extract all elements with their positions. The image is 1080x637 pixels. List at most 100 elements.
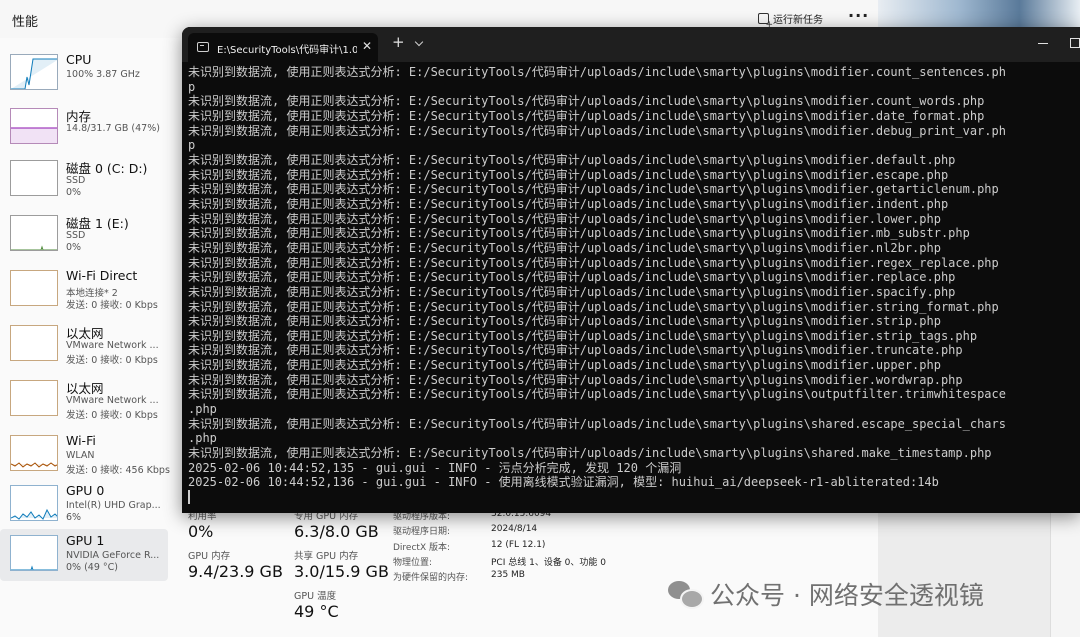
tab-title: E:\SecurityTools\代码审计\1.0\	[217, 45, 357, 56]
directx-version-label: DirectX 版本:	[393, 543, 451, 553]
gpu-temp-label: GPU 温度	[294, 591, 337, 602]
sidebar-item-gpu-1[interactable]: GPU 1 NVIDIA GeForce R... 0% (49 °C)	[0, 529, 168, 581]
terminal-line: 2025-02-06 10:44:52,135 - gui.gui - INFO…	[188, 460, 682, 475]
terminal-line: 未识别到数据流, 使用正则表达式分析: E:/SecurityTools/代码审…	[188, 108, 985, 123]
terminal-line: 未识别到数据流, 使用正则表达式分析: E:/SecurityTools/代码审…	[188, 387, 1006, 402]
terminal-output[interactable]: 未识别到数据流, 使用正则表达式分析: E:/SecurityTools/代码审…	[188, 65, 1080, 511]
terminal-line: 未识别到数据流, 使用正则表达式分析: E:/SecurityTools/代码审…	[188, 343, 963, 358]
sidebar-item-ethernet-2[interactable]: 以太网 VMware Network ... 发送: 0 接收: 0 Kbps	[0, 374, 168, 426]
run-new-task-button[interactable]: 运行新任务	[758, 11, 823, 30]
shared-memory-label: 共享 GPU 内存	[294, 551, 359, 562]
sidebar-item-detail: NVIDIA GeForce R...	[66, 550, 160, 561]
sidebar-item-cpu[interactable]: CPU 100% 3.87 GHz	[0, 48, 168, 100]
wifi-mini-graph	[10, 435, 58, 471]
terminal-line: 未识别到数据流, 使用正则表达式分析: E:/SecurityTools/代码审…	[188, 65, 1006, 79]
gpu-1-mini-graph	[10, 535, 58, 571]
terminal-line: .php	[188, 431, 217, 446]
terminal-tab[interactable]: E:\SecurityTools\代码审计\1.0\ ✕	[188, 33, 378, 62]
gpu-memory-value: 9.4/23.9 GB	[188, 562, 283, 581]
sidebar-item-detail: SSD	[66, 230, 86, 241]
sidebar-item-disk-1[interactable]: 磁盘 1 (E:) SSD 0%	[0, 209, 168, 261]
terminal-icon	[197, 42, 209, 52]
terminal-line: 未识别到数据流, 使用正则表达式分析: E:/SecurityTools/代码审…	[188, 196, 949, 211]
shared-memory-value: 3.0/15.9 GB	[294, 562, 389, 581]
minimize-button[interactable]	[1038, 43, 1048, 44]
terminal-line: 未识别到数据流, 使用正则表达式分析: E:/SecurityTools/代码审…	[188, 255, 999, 270]
sidebar-item-detail: VMware Network ...	[66, 395, 159, 406]
sidebar-item-wifi-direct[interactable]: Wi-Fi Direct 本地连接* 2 发送: 0 接收: 0 Kbps	[0, 264, 168, 316]
sidebar-item-disk-0[interactable]: 磁盘 0 (C: D:) SSD 0%	[0, 154, 168, 206]
run-task-label: 运行新任务	[773, 15, 823, 26]
terminal-line: 未识别到数据流, 使用正则表达式分析: E:/SecurityTools/代码审…	[188, 211, 941, 226]
sidebar-item-detail: SSD	[66, 175, 86, 186]
sidebar-item-usage: 发送: 0 接收: 0 Kbps	[66, 410, 158, 421]
cpu-mini-graph	[10, 54, 58, 90]
sidebar-item-usage: 6%	[66, 512, 82, 523]
sidebar-item-gpu-0[interactable]: GPU 0 Intel(R) UHD Grap... 6%	[0, 479, 168, 531]
dedicated-memory-value: 6.3/8.0 GB	[294, 522, 379, 541]
terminal-line: 未识别到数据流, 使用正则表达式分析: E:/SecurityTools/代码审…	[188, 446, 992, 461]
more-options-button[interactable]: ···	[848, 6, 869, 25]
terminal-line: 未识别到数据流, 使用正则表达式分析: E:/SecurityTools/代码审…	[188, 182, 999, 197]
terminal-line: 未识别到数据流, 使用正则表达式分析: E:/SecurityTools/代码审…	[188, 152, 956, 167]
sidebar-item-usage: 0% (49 °C)	[66, 562, 118, 573]
chevron-down-icon[interactable]	[414, 37, 424, 47]
wechat-logo-icon	[668, 579, 704, 609]
new-tab-button[interactable]: +	[392, 35, 405, 50]
reserved-memory-value: 235 MB	[491, 570, 525, 580]
terminal-line: 未识别到数据流, 使用正则表达式分析: E:/SecurityTools/代码审…	[188, 372, 963, 387]
sidebar-item-usage: 发送: 0 接收: 0 Kbps	[66, 300, 158, 311]
terminal-line: 未识别到数据流, 使用正则表达式分析: E:/SecurityTools/代码审…	[188, 358, 941, 373]
run-task-icon	[758, 13, 773, 30]
terminal-line: 未识别到数据流, 使用正则表达式分析: E:/SecurityTools/代码审…	[188, 226, 970, 241]
disk-0-mini-graph	[10, 160, 58, 196]
terminal-line: .php	[188, 402, 217, 417]
memory-mini-graph	[10, 108, 58, 144]
utilization-value: 0%	[188, 522, 214, 541]
directx-version-value: 12 (FL 12.1)	[491, 540, 546, 550]
terminal-window[interactable]: E:\SecurityTools\代码审计\1.0\ ✕ + 未识别到数据流, …	[182, 27, 1080, 513]
sidebar-item-usage: 发送: 0 接收: 0 Kbps	[66, 355, 158, 366]
sidebar-item-detail: WLAN	[66, 450, 95, 461]
physical-location-label: 物理位置:	[393, 558, 433, 568]
page-title: 性能	[12, 15, 39, 30]
sidebar-item-name: GPU 0	[66, 483, 105, 498]
ethernet-2-mini-graph	[10, 380, 58, 416]
sidebar-item-usage: 0%	[66, 187, 82, 198]
terminal-line: 未识别到数据流, 使用正则表达式分析: E:/SecurityTools/代码审…	[188, 328, 978, 343]
terminal-line: 未识别到数据流, 使用正则表达式分析: E:/SecurityTools/代码审…	[188, 299, 999, 314]
maximize-button[interactable]	[1070, 38, 1080, 48]
performance-sidebar: CPU 100% 3.87 GHz 内存 14.8/31.7 GB (47%) …	[0, 40, 170, 637]
watermark-text: 公众号 · 网络安全透视镜	[710, 581, 984, 610]
sidebar-item-name: Wi-Fi	[66, 433, 96, 448]
ethernet-1-mini-graph	[10, 325, 58, 361]
sidebar-item-name: Wi-Fi Direct	[66, 268, 138, 283]
desktop-wallpaper	[878, 0, 1080, 30]
background-pane	[1050, 500, 1080, 637]
gpu-memory-label: GPU 内存	[188, 551, 231, 562]
text-cursor	[188, 490, 190, 505]
terminal-line: 未识别到数据流, 使用正则表达式分析: E:/SecurityTools/代码审…	[188, 270, 956, 285]
sidebar-item-detail: VMware Network ...	[66, 340, 159, 351]
sidebar-item-name: GPU 1	[66, 533, 105, 548]
sidebar-item-usage: 发送: 0 接收: 456 Kbps	[66, 465, 170, 476]
sidebar-item-usage: 0%	[66, 242, 82, 253]
close-tab-icon[interactable]: ✕	[362, 39, 372, 53]
terminal-tab-bar: E:\SecurityTools\代码审计\1.0\ ✕ +	[182, 27, 1080, 62]
terminal-line: 未识别到数据流, 使用正则表达式分析: E:/SecurityTools/代码审…	[188, 284, 956, 299]
sidebar-item-detail: 100% 3.87 GHz	[66, 69, 140, 80]
terminal-prompt[interactable]	[188, 490, 1080, 505]
terminal-line: 2025-02-06 10:44:52,136 - gui.gui - INFO…	[188, 475, 939, 490]
gpu-0-mini-graph	[10, 485, 58, 521]
reserved-memory-label: 为硬件保留的内存:	[393, 573, 469, 583]
physical-location-value: PCI 总线 1、设备 0、功能 0	[491, 558, 606, 568]
terminal-line: p	[188, 138, 196, 153]
terminal-line: 未识别到数据流, 使用正则表达式分析: E:/SecurityTools/代码审…	[188, 123, 1006, 138]
terminal-line: 未识别到数据流, 使用正则表达式分析: E:/SecurityTools/代码审…	[188, 416, 1006, 431]
driver-date-value: 2024/8/14	[491, 524, 538, 534]
gpu-temp-value: 49 °C	[294, 602, 339, 621]
sidebar-item-wifi[interactable]: Wi-Fi WLAN 发送: 0 接收: 456 Kbps	[0, 429, 170, 481]
terminal-line: p	[188, 79, 196, 94]
sidebar-item-memory[interactable]: 内存 14.8/31.7 GB (47%)	[0, 102, 168, 154]
sidebar-item-ethernet-1[interactable]: 以太网 VMware Network ... 发送: 0 接收: 0 Kbps	[0, 319, 168, 371]
